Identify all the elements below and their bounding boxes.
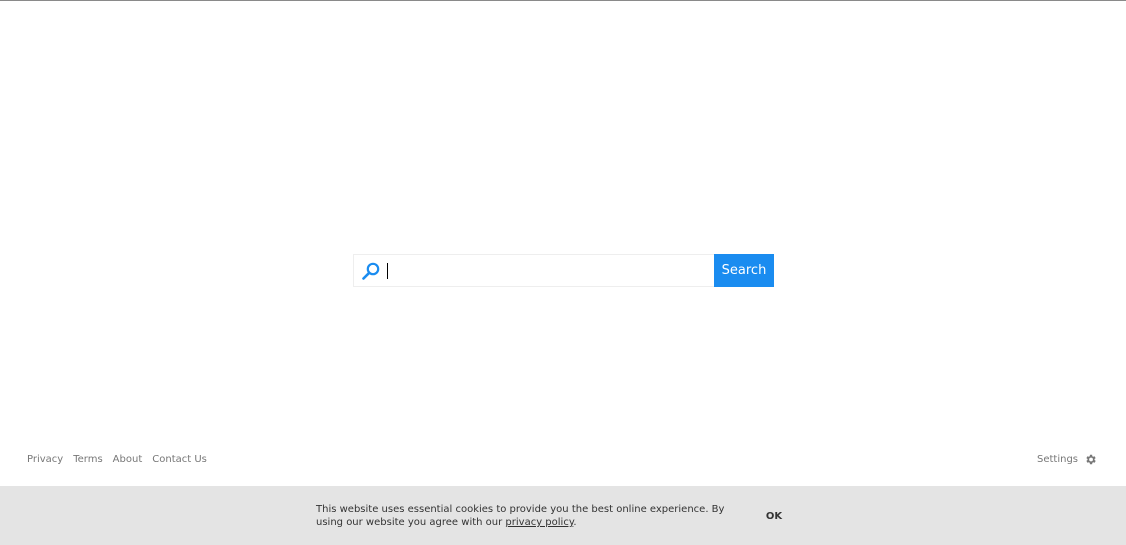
footer-link-terms[interactable]: Terms xyxy=(73,454,102,465)
top-divider xyxy=(0,0,1126,1)
footer-links: Privacy Terms About Contact Us xyxy=(27,454,207,465)
cookie-trailing: . xyxy=(573,517,577,528)
cookie-banner: This website uses essential cookies to p… xyxy=(0,486,1126,545)
text-caret xyxy=(387,263,388,279)
privacy-policy-link[interactable]: privacy policy xyxy=(505,517,573,528)
search-icon xyxy=(362,262,380,280)
footer-link-contact-us[interactable]: Contact Us xyxy=(152,454,207,465)
search-form: Search xyxy=(353,254,774,287)
footer-link-privacy[interactable]: Privacy xyxy=(27,454,63,465)
search-button[interactable]: Search xyxy=(714,254,774,287)
search-input[interactable] xyxy=(386,255,706,286)
settings-link[interactable]: Settings xyxy=(1037,453,1097,466)
cookie-ok-button[interactable]: OK xyxy=(760,507,788,525)
settings-label: Settings xyxy=(1036,454,1078,465)
cookie-message: This website uses essential cookies to p… xyxy=(316,503,741,529)
footer-link-about[interactable]: About xyxy=(113,454,143,465)
search-field-container[interactable] xyxy=(353,254,714,287)
gear-icon xyxy=(1086,454,1096,465)
